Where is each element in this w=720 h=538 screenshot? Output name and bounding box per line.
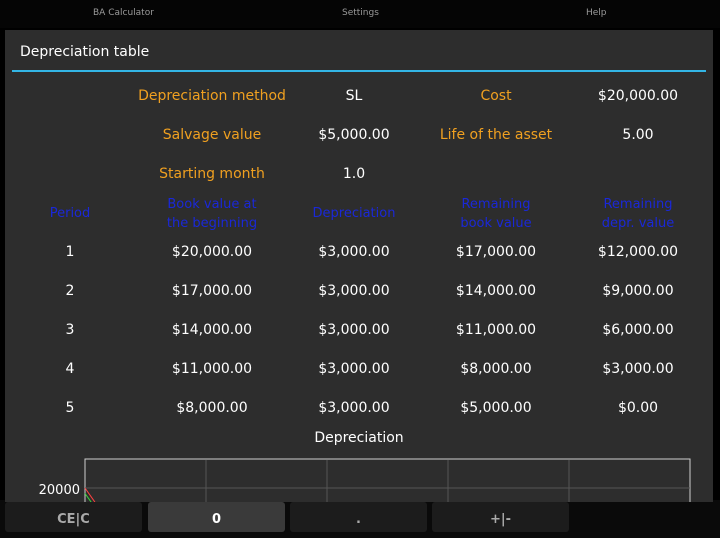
sign-button[interactable]: +|- (432, 502, 569, 532)
menu-help[interactable]: Help (586, 8, 607, 18)
series-line (84, 493, 92, 502)
depreciation-dialog: Depreciation table Depreciation method S… (5, 30, 713, 502)
menu-settings[interactable]: Settings (342, 8, 379, 18)
key-label: CE|C (57, 512, 90, 527)
zero-button[interactable]: 0 (148, 502, 285, 532)
menu-app[interactable]: BA Calculator (93, 8, 154, 18)
chart-frame (84, 458, 691, 502)
key-label: 0 (211, 512, 222, 527)
chart-grid (85, 460, 690, 502)
decimal-button[interactable]: . (290, 502, 427, 532)
key-label: . (356, 512, 361, 527)
series-line (84, 487, 96, 502)
chart-series (84, 487, 96, 502)
top-menu-bar: BA Calculator Settings Help (0, 0, 720, 28)
key-label: +|- (489, 512, 512, 527)
y-tick-label: 20000 (39, 483, 80, 498)
depreciation-chart: 20000 (39, 458, 691, 502)
ce-c-button[interactable]: CE|C (5, 502, 142, 532)
